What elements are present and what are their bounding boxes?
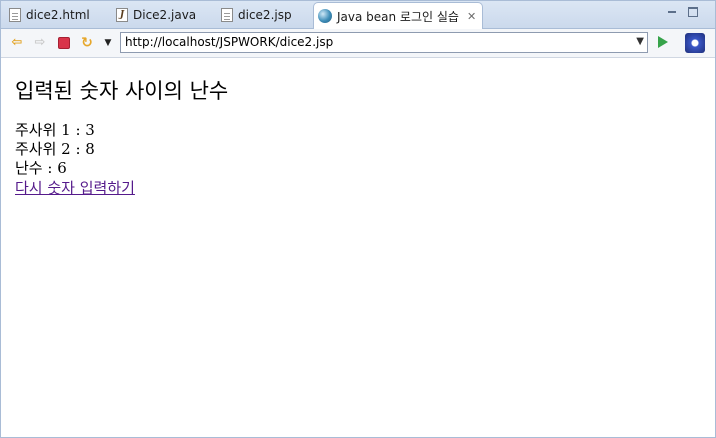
close-tab-icon[interactable]: ✕ bbox=[467, 10, 476, 23]
random-result: 난수 : 6 bbox=[15, 159, 67, 177]
url-text[interactable]: http://localhost/JSPWORK/dice2.jsp bbox=[125, 35, 333, 49]
go-icon[interactable] bbox=[658, 36, 668, 48]
tab-label: dice2.html bbox=[26, 8, 90, 22]
html-file-icon bbox=[9, 8, 21, 22]
minimize-icon[interactable] bbox=[667, 7, 677, 17]
eclipse-icon[interactable] bbox=[685, 33, 705, 53]
page-title: 입력된 숫자 사이의 난수 bbox=[15, 79, 229, 103]
address-bar[interactable]: http://localhost/JSPWORK/dice2.jsp ▼ bbox=[120, 32, 648, 53]
page-content: 입력된 숫자 사이의 난수 주사위 1 : 3 주사위 2 : 8 난수 : 6… bbox=[15, 63, 715, 198]
refresh-icon[interactable]: ↻ bbox=[80, 36, 94, 50]
dice2-result: 주사위 2 : 8 bbox=[15, 140, 95, 158]
url-dropdown-icon[interactable]: ▼ bbox=[636, 36, 644, 47]
tab-label: dice2.jsp bbox=[238, 8, 292, 22]
tab-java-bean-login[interactable]: Java bean 로그인 실습 ✕ bbox=[313, 2, 484, 29]
maximize-icon[interactable] bbox=[688, 7, 698, 17]
globe-icon bbox=[318, 9, 332, 23]
back-arrow-icon[interactable]: ⇦ bbox=[10, 36, 24, 50]
tab-dice2-jsp[interactable]: dice2.jsp bbox=[221, 3, 292, 27]
editor-tab-bar: dice2.html J Dice2.java dice2.jsp Java b… bbox=[1, 1, 715, 29]
forward-arrow-icon[interactable]: ⇨ bbox=[33, 36, 47, 50]
tab-label: Java bean 로그인 실습 bbox=[337, 9, 459, 24]
tab-label: Dice2.java bbox=[133, 8, 197, 22]
jsp-file-icon bbox=[221, 8, 233, 22]
chevron-down-icon[interactable]: ▼ bbox=[101, 36, 115, 50]
browser-toolbar: ⇦ ⇨ ↻ ▼ http://localhost/JSPWORK/dice2.j… bbox=[1, 29, 715, 58]
stop-icon[interactable] bbox=[57, 36, 71, 50]
tab-dice2-java[interactable]: J Dice2.java bbox=[116, 3, 196, 27]
dice1-result: 주사위 1 : 3 bbox=[15, 121, 95, 139]
reenter-numbers-link[interactable]: 다시 숫자 입력하기 bbox=[15, 179, 135, 197]
java-file-icon: J bbox=[116, 8, 128, 22]
browser-window: dice2.html J Dice2.java dice2.jsp Java b… bbox=[0, 0, 716, 438]
tab-dice2-html[interactable]: dice2.html bbox=[9, 3, 90, 27]
